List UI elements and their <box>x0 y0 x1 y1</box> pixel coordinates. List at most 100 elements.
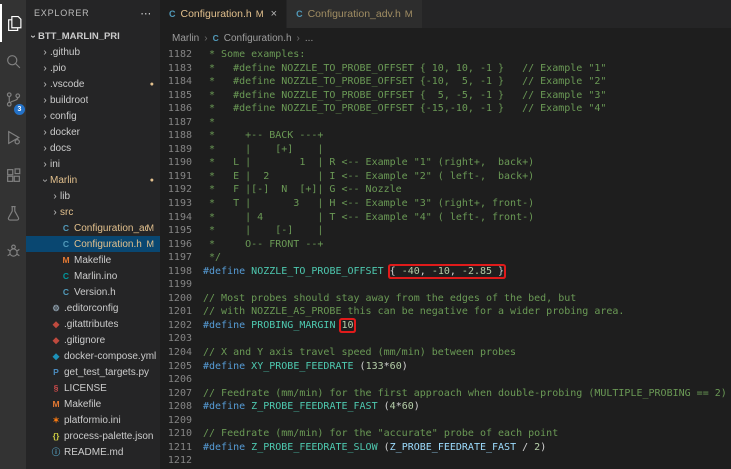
file-item-LICENSE[interactable]: §LICENSE <box>26 380 160 396</box>
breadcrumb-item[interactable]: Configuration.h <box>224 33 292 44</box>
file-item-Marlin.ino[interactable]: CMarlin.ino <box>26 268 160 284</box>
item-label: Makefile <box>64 399 101 410</box>
code-line[interactable]: 1193 * T | 3 | H <-- Example "3" (right+… <box>160 197 731 211</box>
folder-item-config[interactable]: ›config <box>26 108 160 124</box>
file-item-.gitattributes[interactable]: ◆.gitattributes <box>26 316 160 332</box>
code-line[interactable]: 1198#define NOZZLE_TO_PROBE_OFFSET { -40… <box>160 265 731 279</box>
explorer-actions-button[interactable]: ⋯ <box>140 7 152 20</box>
run-debug-icon[interactable] <box>0 118 26 156</box>
code-line[interactable]: 1212 <box>160 454 731 468</box>
breadcrumb-item[interactable]: Marlin <box>172 33 199 44</box>
folder-item-Marlin[interactable]: ›Marlin● <box>26 172 160 188</box>
extensions-icon[interactable] <box>0 156 26 194</box>
line-number: 1185 <box>160 89 203 103</box>
code-token: * | [+] | <box>203 144 323 155</box>
search-icon[interactable] <box>0 42 26 80</box>
close-tab-icon[interactable]: × <box>271 8 277 20</box>
folder-item-.github[interactable]: ›.github <box>26 44 160 60</box>
file-item-docker-compose.yml[interactable]: ◆docker-compose.yml <box>26 348 160 364</box>
folder-item-buildroot[interactable]: ›buildroot <box>26 92 160 108</box>
line-number: 1204 <box>160 346 203 360</box>
code-line[interactable]: 1209 <box>160 414 731 428</box>
code-line[interactable]: 1195 * | [-] | <box>160 224 731 238</box>
line-number: 1211 <box>160 441 203 455</box>
folder-item-docker[interactable]: ›docker <box>26 124 160 140</box>
code-token: * #define NOZZLE_TO_PROBE_OFFSET { 5, -5… <box>203 90 606 101</box>
code-line[interactable]: 1184 * #define NOZZLE_TO_PROBE_OFFSET {-… <box>160 75 731 89</box>
file-item-Makefile[interactable]: MMakefile <box>26 396 160 412</box>
item-label: README.md <box>64 447 123 458</box>
code-line[interactable]: 1201// with NOZZLE_AS_PROBE this can be … <box>160 305 731 319</box>
code-line[interactable]: 1202#define PROBING_MARGIN 10 <box>160 319 731 333</box>
file-icon: ⓘ <box>50 446 62 458</box>
file-item-Version.h[interactable]: CVersion.h <box>26 284 160 300</box>
test-flask-icon[interactable] <box>0 194 26 232</box>
explorer-icon[interactable] <box>0 4 26 42</box>
tab-bar: CConfiguration.hM×CConfiguration_adv.hM <box>160 0 731 28</box>
code-line[interactable]: 1205#define XY_PROBE_FEEDRATE (133*60) <box>160 360 731 374</box>
code-line[interactable]: 1190 * L | 1 | R <-- Example "1" (right+… <box>160 156 731 170</box>
code-token: // Feedrate (mm/min) for the "accurate" … <box>203 428 558 439</box>
file-item-Configuration.h[interactable]: CConfiguration.hM <box>26 236 160 252</box>
code-line[interactable]: 1208#define Z_PROBE_FEEDRATE_FAST (4*60) <box>160 400 731 414</box>
code-line[interactable]: 1192 * F |[-] N [+]| G <-- Nozzle <box>160 183 731 197</box>
file-item-get_test_targets.py[interactable]: Pget_test_targets.py <box>26 364 160 380</box>
code-line[interactable]: 1210// Feedrate (mm/min) for the "accura… <box>160 427 731 441</box>
code-line[interactable]: 1191 * E | 2 | I <-- Example "2" ( left-… <box>160 170 731 184</box>
code-line[interactable]: 1185 * #define NOZZLE_TO_PROBE_OFFSET { … <box>160 89 731 103</box>
code-text: #define PROBING_MARGIN 10 <box>203 319 354 333</box>
code-line[interactable]: 1211#define Z_PROBE_FEEDRATE_SLOW (Z_PRO… <box>160 441 731 455</box>
code-line[interactable]: 1186 * #define NOZZLE_TO_PROBE_OFFSET {-… <box>160 102 731 116</box>
code-line[interactable]: 1207// Feedrate (mm/min) for the first a… <box>160 387 731 401</box>
code-line[interactable]: 1183 * #define NOZZLE_TO_PROBE_OFFSET { … <box>160 62 731 76</box>
code-line[interactable]: 1196 * O-- FRONT --+ <box>160 238 731 252</box>
scm-badge: 3 <box>14 104 25 115</box>
bug-icon[interactable] <box>0 232 26 270</box>
code-line[interactable]: 1194 * | 4 | T <-- Example "4" ( left-, … <box>160 211 731 225</box>
code-token: * #define NOZZLE_TO_PROBE_OFFSET {-10, 5… <box>203 76 606 87</box>
code-line[interactable]: 1199 <box>160 278 731 292</box>
code-area[interactable]: 1182 * Some examples:1183 * #define NOZZ… <box>160 48 731 469</box>
folder-item-docs[interactable]: ›docs <box>26 140 160 156</box>
folder-item-BTT_MARLIN_PRI[interactable]: ›BTT_MARLIN_PRI <box>26 28 160 44</box>
file-icon: C <box>60 287 72 297</box>
code-line[interactable]: 1200// Most probes should stay away from… <box>160 292 731 306</box>
code-line[interactable]: 1204// X and Y axis travel speed (mm/min… <box>160 346 731 360</box>
line-number: 1202 <box>160 319 203 333</box>
breadcrumb-item[interactable]: ... <box>305 33 313 44</box>
file-type-icon: C <box>296 9 303 19</box>
code-line[interactable]: 1187 * <box>160 116 731 130</box>
code-line[interactable]: 1188 * +-- BACK ---+ <box>160 129 731 143</box>
tab-Configuration.h[interactable]: CConfiguration.hM× <box>160 0 287 28</box>
code-token: #define <box>203 266 251 277</box>
code-token: * <box>203 117 215 128</box>
file-item-.editorconfig[interactable]: ⚙.editorconfig <box>26 300 160 316</box>
code-token: 60 <box>402 401 414 412</box>
source-control-icon[interactable]: 3 <box>0 80 26 118</box>
code-text: // Feedrate (mm/min) for the "accurate" … <box>203 427 558 441</box>
line-number: 1182 <box>160 48 203 62</box>
file-item-platformio.ini[interactable]: ✶platformio.ini <box>26 412 160 428</box>
folder-item-.vscode[interactable]: ›.vscode● <box>26 76 160 92</box>
file-item-Configuration_adv.h[interactable]: CConfiguration_adv.hM <box>26 220 160 236</box>
file-item-process-palette.json[interactable]: {}process-palette.json <box>26 428 160 444</box>
code-line[interactable]: 1206 <box>160 373 731 387</box>
code-text: * | [+] | <box>203 143 323 157</box>
tab-Configuration_adv.h[interactable]: CConfiguration_adv.hM <box>287 0 423 28</box>
code-line[interactable]: 1203 <box>160 332 731 346</box>
line-number: 1201 <box>160 305 203 319</box>
file-item-README.md[interactable]: ⓘREADME.md <box>26 444 160 460</box>
folder-item-lib[interactable]: ›lib <box>26 188 160 204</box>
code-line[interactable]: 1189 * | [+] | <box>160 143 731 157</box>
folder-item-src[interactable]: ›src <box>26 204 160 220</box>
line-number: 1198 <box>160 265 203 279</box>
line-number: 1205 <box>160 360 203 374</box>
folder-item-.pio[interactable]: ›.pio <box>26 60 160 76</box>
code-line[interactable]: 1182 * Some examples: <box>160 48 731 62</box>
file-item-Makefile[interactable]: MMakefile <box>26 252 160 268</box>
code-token: * #define NOZZLE_TO_PROBE_OFFSET {-15,-1… <box>203 103 606 114</box>
item-label: Marlin <box>50 175 77 186</box>
folder-item-ini[interactable]: ›ini <box>26 156 160 172</box>
file-item-.gitignore[interactable]: ◆.gitignore <box>26 332 160 348</box>
code-line[interactable]: 1197 */ <box>160 251 731 265</box>
